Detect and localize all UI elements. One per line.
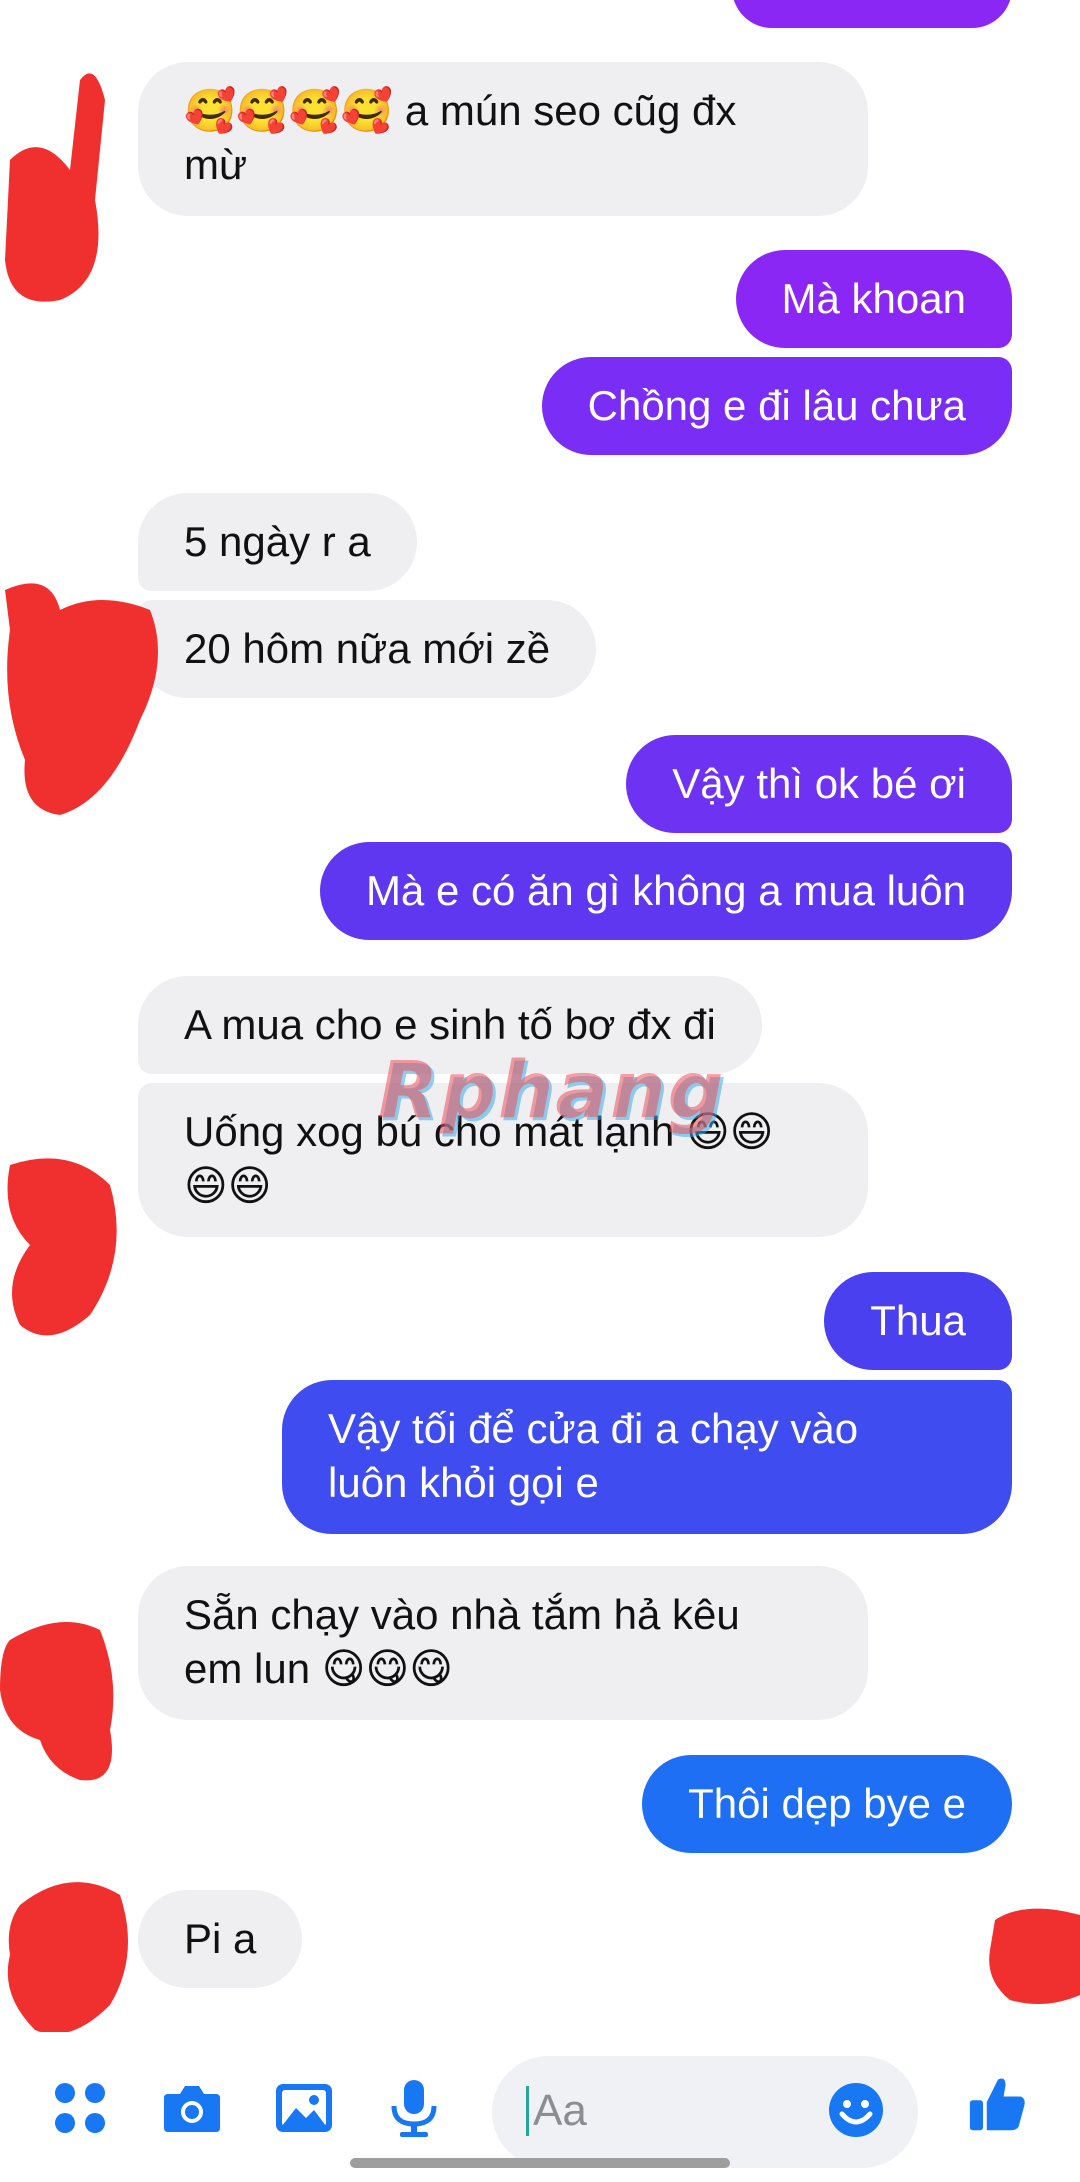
home-indicator (350, 2158, 730, 2168)
redaction-scribble (5, 73, 105, 302)
microphone-icon[interactable] (384, 2078, 444, 2138)
redaction-scribble (5, 583, 158, 815)
redaction-scribble (0, 1622, 114, 1781)
message-outgoing[interactable]: Thôi dẹp bye e (642, 1755, 1012, 1853)
message-outgoing[interactable]: Mà e có ăn gì không a mua luôn (319, 842, 1012, 940)
message-incoming[interactable]: Sẵn chạy vào nhà tắm hả kêu em lun 😋😋😋 (138, 1566, 868, 1720)
message-incoming[interactable]: 20 hôm nữa mới zề (138, 600, 597, 698)
emoji-icon[interactable] (826, 2080, 886, 2140)
thumbs-up-icon[interactable] (968, 2074, 1028, 2134)
watermark: Rphang (378, 1046, 726, 1136)
apps-icon[interactable] (50, 2078, 110, 2138)
message-incoming[interactable]: 5 ngày r a (138, 493, 417, 591)
message-outgoing[interactable]: Vậy tối để cửa đi a chạy vào luôn khỏi g… (282, 1380, 1012, 1534)
message-bubble-partial (732, 0, 1012, 28)
redaction-scribble (7, 1158, 117, 1336)
redaction-scribble (989, 1908, 1080, 2004)
message-incoming[interactable]: Pi a (138, 1890, 303, 1988)
message-input-placeholder: Aa (526, 2086, 587, 2136)
redaction-scribble (7, 1882, 128, 2035)
camera-icon[interactable] (162, 2078, 222, 2138)
message-outgoing[interactable]: Vậy thì ok bé ơi (626, 735, 1012, 833)
message-incoming[interactable]: 🥰🥰🥰🥰 a mún seo cũg đx mừ (138, 62, 868, 216)
image-icon[interactable] (274, 2078, 334, 2138)
message-outgoing[interactable]: Mà khoan (735, 250, 1012, 348)
message-outgoing[interactable]: Chồng e đi lâu chưa (541, 357, 1012, 455)
message-outgoing[interactable]: Thua (824, 1272, 1012, 1370)
